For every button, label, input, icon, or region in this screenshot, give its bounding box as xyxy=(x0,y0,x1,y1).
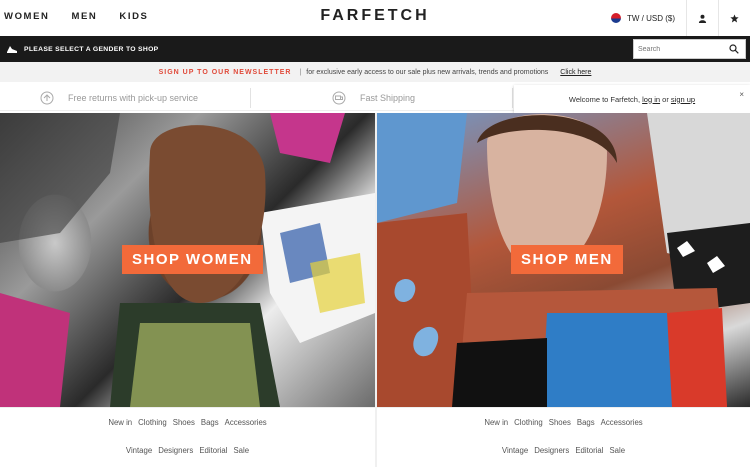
gender-select-bar: PLEASE SELECT A GENDER TO SHOP xyxy=(0,36,750,62)
newsletter-separator: | xyxy=(299,68,302,76)
gender-prompt[interactable]: PLEASE SELECT A GENDER TO SHOP xyxy=(6,36,159,62)
welcome-text: Welcome to Farfetch, xyxy=(568,94,641,104)
benefit-label: Free returns with pick-up service xyxy=(68,93,199,103)
search-box xyxy=(633,39,746,59)
men-link-designers[interactable]: Designers xyxy=(534,446,569,455)
women-link-shoes[interactable]: Shoes xyxy=(173,418,195,427)
category-row: New in Clothing Shoes Bags Accessories xyxy=(0,418,375,427)
men-link-clothing[interactable]: Clothing xyxy=(514,418,543,427)
women-link-bags[interactable]: Bags xyxy=(201,418,219,427)
gender-prompt-label: PLEASE SELECT A GENDER TO SHOP xyxy=(24,45,159,53)
benefit-fast-shipping: Fast Shipping xyxy=(332,85,415,111)
benefit-label: Fast Shipping xyxy=(360,93,416,103)
search-icon[interactable] xyxy=(729,44,739,54)
newsletter-text: for exclusive early access to our sale p… xyxy=(306,68,549,76)
women-link-vintage[interactable]: Vintage xyxy=(126,446,152,455)
women-link-accessories[interactable]: Accessories xyxy=(225,418,267,427)
men-category-links: New in Clothing Shoes Bags Accessories V… xyxy=(377,407,750,467)
benefit-free-returns: Free returns with pick-up service xyxy=(40,85,198,111)
men-link-new-in[interactable]: New in xyxy=(484,418,508,427)
men-link-shoes[interactable]: Shoes xyxy=(549,418,571,427)
star-icon xyxy=(730,13,739,22)
header-utilities: TW / USD ($) xyxy=(600,0,750,36)
close-icon[interactable]: × xyxy=(739,90,744,99)
women-link-clothing[interactable]: Clothing xyxy=(138,418,167,427)
benefit-divider xyxy=(512,88,513,108)
category-row: New in Clothing Shoes Bags Accessories xyxy=(377,418,750,427)
women-link-new-in[interactable]: New in xyxy=(108,418,132,427)
return-icon xyxy=(40,91,54,105)
flag-icon xyxy=(611,13,621,23)
women-link-designers[interactable]: Designers xyxy=(158,446,193,455)
benefits-bar: Free returns with pick-up service Fast S… xyxy=(0,85,750,113)
wishlist-button[interactable] xyxy=(718,0,750,36)
newsletter-cta[interactable]: SIGN UP TO OUR NEWSLETTER xyxy=(159,69,292,76)
hero-women[interactable]: SHOP WOMEN xyxy=(0,113,375,407)
signup-link[interactable]: sign up xyxy=(671,95,695,104)
top-header: WOMEN MEN KIDS FARFETCH TW / USD ($) xyxy=(0,0,750,36)
men-link-bags[interactable]: Bags xyxy=(577,418,595,427)
men-link-editorial[interactable]: Editorial xyxy=(575,446,603,455)
women-link-sale[interactable]: Sale xyxy=(233,446,249,455)
locale-label: TW / USD ($) xyxy=(627,13,675,23)
men-link-sale[interactable]: Sale xyxy=(609,446,625,455)
locale-selector[interactable]: TW / USD ($) xyxy=(600,0,686,36)
shoe-icon xyxy=(7,46,17,53)
shop-men-button[interactable]: SHOP MEN xyxy=(511,245,623,274)
login-link[interactable]: log in xyxy=(642,95,660,104)
category-row: Vintage Designers Editorial Sale xyxy=(0,446,375,455)
women-category-links: New in Clothing Shoes Bags Accessories V… xyxy=(0,407,375,467)
benefit-divider xyxy=(250,88,251,108)
welcome-popup: Welcome to Farfetch, log in or sign up × xyxy=(514,85,750,113)
truck-icon xyxy=(332,91,346,105)
hero-men[interactable]: SHOP MEN xyxy=(377,113,750,407)
men-link-accessories[interactable]: Accessories xyxy=(601,418,643,427)
shop-women-button[interactable]: SHOP WOMEN xyxy=(122,245,263,274)
user-icon xyxy=(698,14,707,23)
women-link-editorial[interactable]: Editorial xyxy=(199,446,227,455)
search-input[interactable] xyxy=(634,40,724,58)
newsletter-banner: SIGN UP TO OUR NEWSLETTER | for exclusiv… xyxy=(0,62,750,82)
welcome-or: or xyxy=(662,94,669,104)
men-link-vintage[interactable]: Vintage xyxy=(502,446,528,455)
account-button[interactable] xyxy=(686,0,718,36)
category-row: Vintage Designers Editorial Sale xyxy=(377,446,750,455)
newsletter-link[interactable]: Click here xyxy=(560,69,591,76)
